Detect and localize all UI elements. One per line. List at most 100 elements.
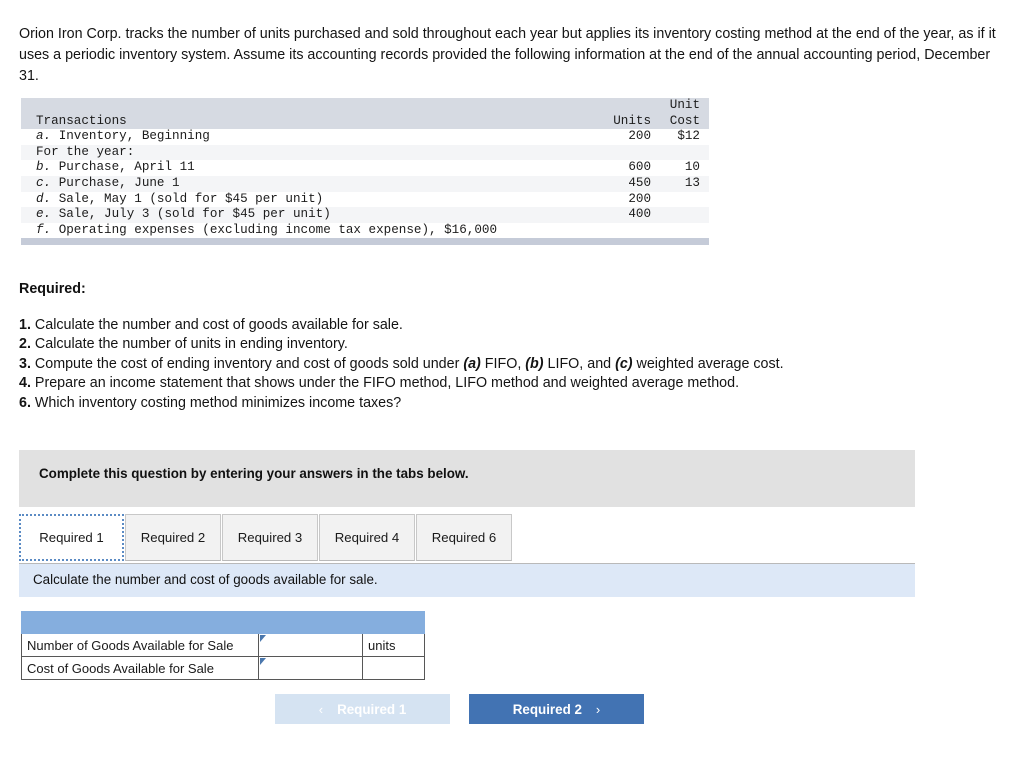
required-item-text: Calculate the number of units in ending … bbox=[34, 336, 348, 353]
transaction-description: Inventory, Beginning bbox=[58, 129, 210, 144]
header-units: Units bbox=[602, 113, 662, 130]
header-spacer-units bbox=[602, 98, 662, 114]
table-row: f. Operating expenses (excluding income … bbox=[21, 222, 709, 239]
transaction-letter: a. bbox=[36, 129, 52, 144]
transactions-table: Unit Transactions Units Cost a. Inventor… bbox=[21, 98, 709, 239]
required-item-text: Calculate the number and cost of goods a… bbox=[34, 317, 403, 333]
transaction-unit-cost-cell: 13 bbox=[661, 175, 709, 192]
question-intro-text: Orion Iron Corp. tracks the number of un… bbox=[19, 26, 996, 84]
tab-required-4[interactable]: Required 4 bbox=[319, 514, 415, 561]
transaction-description: Purchase, April 11 bbox=[58, 160, 195, 175]
transactions-table-footer-bar bbox=[21, 238, 709, 246]
answer-input-cell[interactable] bbox=[258, 656, 363, 680]
required-item-text-d: weighted average cost. bbox=[632, 355, 784, 372]
table-row: d. Sale, May 1 (sold for $45 per unit) 20… bbox=[21, 191, 709, 208]
answer-input-cell[interactable] bbox=[258, 633, 363, 657]
required-item-emphasis-a: (a) bbox=[463, 355, 481, 372]
tab-label: Required 2 bbox=[140, 530, 206, 545]
required-item: 4. Prepare an income statement that show… bbox=[19, 374, 979, 393]
tab-required-6[interactable]: Required 6 bbox=[416, 514, 512, 561]
transaction-unit-cost-cell: $12 bbox=[661, 129, 709, 145]
header-spacer-transactions bbox=[21, 98, 603, 114]
complete-question-text: Complete this question by entering your … bbox=[39, 466, 469, 481]
transaction-letter: b. bbox=[36, 160, 52, 175]
transaction-unit-cost-cell bbox=[661, 222, 709, 239]
sub-instruction-bar: Calculate the number and cost of goods a… bbox=[19, 564, 915, 597]
required-item: 6. Which inventory costing method minimi… bbox=[19, 394, 979, 413]
required-item: 3. Compute the cost of ending inventory … bbox=[19, 355, 979, 374]
required-item-emphasis-b: (b) bbox=[525, 355, 544, 372]
sub-instruction-text: Calculate the number and cost of goods a… bbox=[33, 572, 378, 587]
cell-corner-marker-icon bbox=[260, 635, 266, 642]
required-item-number: 3. bbox=[19, 355, 31, 372]
transactions-table-head: Unit Transactions Units Cost bbox=[21, 98, 709, 130]
transaction-units-cell: 200 bbox=[602, 129, 662, 145]
required-item-text: Prepare an income statement that shows u… bbox=[34, 375, 740, 392]
header-unit-cost-line1: Unit bbox=[661, 98, 709, 114]
table-row: c. Purchase, June 1 450 13 bbox=[21, 175, 709, 192]
transaction-description: Operating expenses (excluding income tax… bbox=[58, 222, 498, 237]
tab-required-3[interactable]: Required 3 bbox=[222, 514, 318, 561]
transaction-letter: f. bbox=[36, 222, 52, 237]
answer-row-label: Cost of Goods Available for Sale bbox=[21, 656, 259, 680]
previous-requirement-label: Required 1 bbox=[337, 701, 407, 717]
transaction-letter: e. bbox=[36, 207, 52, 222]
transactions-header-row-top: Unit bbox=[21, 98, 709, 114]
tab-label: Required 3 bbox=[237, 530, 303, 545]
transaction-units-cell: 450 bbox=[602, 175, 662, 192]
transaction-label-cell: e. Sale, July 3 (sold for $45 per unit) bbox=[21, 207, 603, 223]
transaction-description: Purchase, June 1 bbox=[58, 175, 180, 190]
tab-required-2[interactable]: Required 2 bbox=[125, 514, 221, 561]
required-item-number: 6. bbox=[19, 394, 31, 411]
tab-label: Required 4 bbox=[334, 530, 400, 545]
required-item-text: Compute the cost of ending inventory and… bbox=[34, 355, 464, 372]
answer-header-blank-input bbox=[258, 611, 363, 634]
required-item: 1. Calculate the number and cost of good… bbox=[19, 316, 979, 335]
answer-input[interactable] bbox=[264, 657, 357, 679]
transaction-description: Sale, May 1 (sold for $45 per unit) bbox=[58, 191, 324, 206]
requirement-tabs: Required 1 Required 2 Required 3 Required 4… bbox=[19, 514, 915, 564]
answer-header-blank-unit bbox=[362, 611, 425, 634]
answer-table: Number of Goods Available for Sale units C… bbox=[21, 611, 425, 680]
transaction-unit-cost-cell bbox=[661, 207, 709, 223]
transaction-label-cell: b. Purchase, April 11 bbox=[21, 160, 603, 176]
transaction-unit-cost-cell bbox=[661, 144, 709, 161]
answer-input[interactable] bbox=[264, 634, 357, 656]
next-requirement-button[interactable]: Required 2 › bbox=[469, 694, 644, 724]
chevron-right-icon: › bbox=[595, 701, 601, 717]
transaction-description: For the year: bbox=[36, 144, 135, 159]
complete-question-bar: Complete this question by entering your … bbox=[19, 450, 915, 507]
transaction-label-cell: f. Operating expenses (excluding income … bbox=[21, 222, 603, 239]
transaction-units-cell: 400 bbox=[602, 207, 662, 223]
required-item-emphasis-c: (c) bbox=[615, 355, 633, 372]
next-requirement-label: Required 2 bbox=[512, 701, 582, 717]
tab-required-1[interactable]: Required 1 bbox=[19, 514, 124, 561]
transaction-unit-cost-cell: 10 bbox=[661, 160, 709, 176]
transaction-label-cell: a. Inventory, Beginning bbox=[21, 129, 603, 145]
transaction-units-cell bbox=[602, 222, 662, 239]
transaction-label-cell: For the year: bbox=[21, 144, 603, 161]
required-items-list: 1. Calculate the number and cost of good… bbox=[19, 316, 979, 413]
answer-row: Number of Goods Available for Sale units bbox=[21, 633, 425, 657]
required-item-number: 1. bbox=[19, 317, 31, 333]
transactions-header-row-bottom: Transactions Units Cost bbox=[21, 113, 709, 130]
answer-unit-label bbox=[362, 656, 425, 680]
answer-row: Cost of Goods Available for Sale bbox=[21, 656, 425, 680]
required-item: 2. Calculate the number of units in endi… bbox=[19, 335, 979, 354]
transaction-label-cell: d. Sale, May 1 (sold for $45 per unit) bbox=[21, 191, 603, 208]
required-heading: Required: bbox=[19, 281, 86, 297]
transaction-letter: d. bbox=[36, 191, 52, 206]
required-item-number: 2. bbox=[19, 336, 31, 353]
header-unit-cost-line2: Cost bbox=[661, 113, 709, 130]
answer-table-header-row bbox=[21, 611, 425, 634]
answer-table-body: Number of Goods Available for Sale units C… bbox=[21, 611, 425, 680]
required-item-text: Which inventory costing method minimizes… bbox=[34, 394, 402, 411]
table-row: b. Purchase, April 11 600 10 bbox=[21, 160, 709, 176]
answer-header-blank-label bbox=[21, 611, 259, 634]
previous-requirement-button[interactable]: ‹ Required 1 bbox=[275, 694, 450, 724]
required-item-number: 4. bbox=[19, 375, 31, 392]
transaction-unit-cost-cell bbox=[661, 191, 709, 208]
transaction-units-cell: 200 bbox=[602, 191, 662, 208]
answer-table-wrapper: Number of Goods Available for Sale units C… bbox=[21, 611, 425, 680]
transaction-units-cell: 600 bbox=[602, 160, 662, 176]
